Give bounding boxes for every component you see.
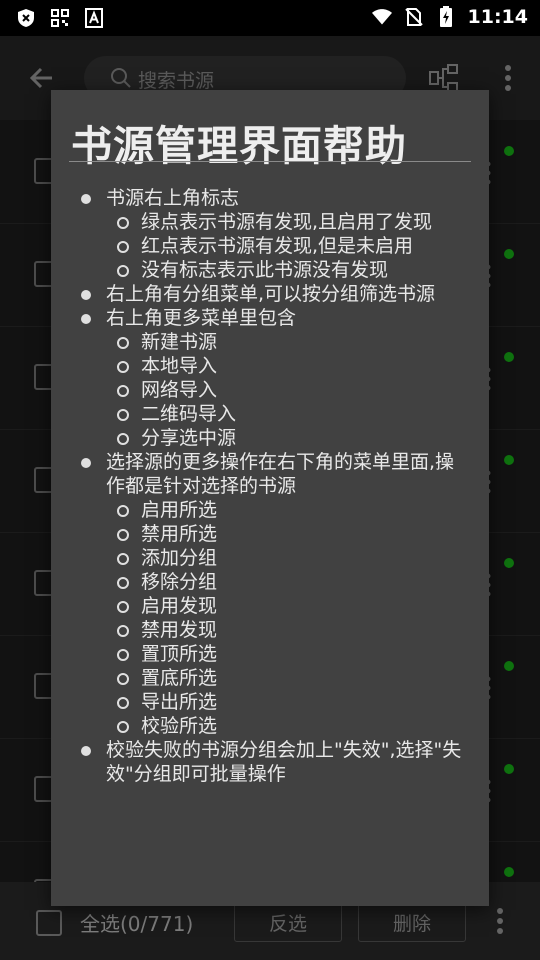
help-item: 校验失败的书源分组会加上"失效",选择"失效"分组即可批量操作	[51, 738, 489, 786]
help-subitem: 分享选中源	[51, 426, 489, 450]
help-subitem: 添加分组	[51, 546, 489, 570]
help-subitem: 禁用所选	[51, 522, 489, 546]
help-subitem: 置顶所选	[51, 642, 489, 666]
help-item: 右上角有分组菜单,可以按分组筛选书源	[51, 282, 489, 306]
help-subitem: 本地导入	[51, 354, 489, 378]
help-subitem: 移除分组	[51, 570, 489, 594]
help-item: 右上角更多菜单里包含	[51, 306, 489, 330]
help-item: 书源右上角标志	[51, 186, 489, 210]
help-subitem: 红点表示书源有发现,但是未启用	[51, 234, 489, 258]
battery-charging-icon	[436, 6, 456, 27]
help-subitem: 没有标志表示此书源没有发现	[51, 258, 489, 282]
shield-x-icon	[16, 8, 36, 28]
help-subitem: 网络导入	[51, 378, 489, 402]
help-dialog: 书源管理界面帮助 书源右上角标志 绿点表示书源有发现,且启用了发现 红点表示书源有发…	[51, 90, 489, 906]
help-item: 选择源的更多操作在右下角的菜单里面,操作都是针对选择的书源	[51, 450, 489, 498]
status-bar: 11:14	[0, 0, 540, 36]
help-subitem: 绿点表示书源有发现,且启用了发现	[51, 210, 489, 234]
dialog-title: 书源管理界面帮助	[71, 122, 407, 170]
help-subitem: 二维码导入	[51, 402, 489, 426]
clock: 11:14	[467, 6, 528, 28]
help-content: 书源右上角标志 绿点表示书源有发现,且启用了发现 红点表示书源有发现,但是未启用 没有…	[51, 186, 489, 786]
qr-grid-icon	[50, 8, 70, 28]
status-right-icons: 11:14	[371, 6, 528, 28]
wifi-icon	[371, 7, 392, 27]
status-left-icons	[16, 8, 104, 28]
help-subitem: 禁用发现	[51, 618, 489, 642]
help-subitem: 导出所选	[51, 690, 489, 714]
help-subitem: 校验所选	[51, 714, 489, 738]
no-sim-icon	[404, 7, 424, 27]
help-subitem: 新建书源	[51, 330, 489, 354]
help-subitem: 启用所选	[51, 498, 489, 522]
help-subitem: 启用发现	[51, 594, 489, 618]
help-subitem: 置底所选	[51, 666, 489, 690]
font-a-icon	[84, 8, 104, 28]
title-divider	[69, 161, 471, 162]
